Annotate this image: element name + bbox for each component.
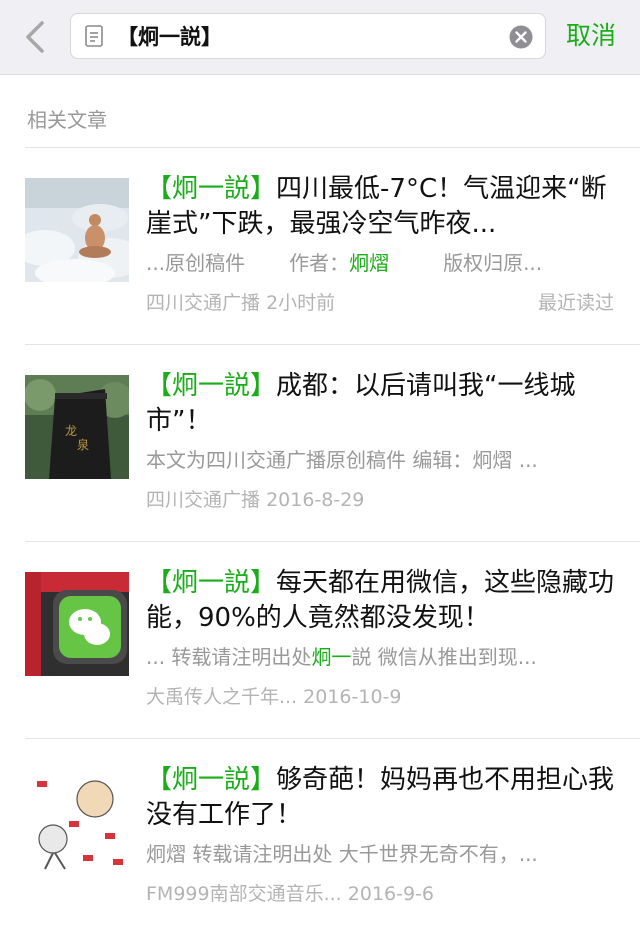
article-item[interactable]: 【炯一説】四川最低-7°C！气温迎来“断崖式”下跌，最强冷空气昨夜... ...… — [0, 148, 640, 345]
snippet-part: 版权归原... — [443, 251, 543, 275]
back-chevron-icon[interactable] — [18, 17, 54, 57]
article-snippet: 炯熠 转载请注明出处 大千世界无奇不有，... — [146, 842, 538, 866]
section-title: 相关文章 — [27, 108, 107, 132]
article-thumbnail-image: 龙 泉 — [25, 375, 129, 479]
article-tag: 【炯一説】 — [146, 765, 277, 795]
snippet-highlight: 炯熠 — [349, 251, 390, 275]
snippet-part: ...原创稿件 — [146, 251, 246, 275]
article-meta: 四川交通广播 2小时前 — [146, 290, 335, 316]
svg-text:泉: 泉 — [77, 438, 89, 452]
search-query-text: 【炯一説】 — [117, 25, 222, 49]
article-time: 2016-9-6 — [347, 883, 435, 905]
article-meta: 大禹传人之千年... 2016-10-9 — [146, 684, 402, 710]
snippet-part: 作者： — [289, 251, 350, 275]
snippet-part: ... 转载请注明出处 — [146, 645, 312, 669]
recently-read-label: 最近读过 — [537, 292, 614, 314]
article-source: FM999南部交通音乐... — [146, 883, 342, 905]
article-time: 2小时前 — [266, 292, 336, 314]
article-source: 大禹传人之千年... — [146, 686, 298, 708]
document-icon — [85, 25, 103, 47]
article-title: 【炯一説】四川最低-7°C！气温迎来“断崖式”下跌，最强冷空气昨夜... — [146, 172, 616, 242]
article-source: 四川交通广播 — [146, 489, 261, 511]
snippet-highlight: 炯一 — [311, 645, 352, 669]
article-snippet: ...原创稿件 作者：炯熠 版权归原... — [146, 250, 616, 276]
cancel-button[interactable]: 取消 — [566, 13, 616, 59]
article-tag: 【炯一説】 — [146, 174, 277, 204]
article-tag: 【炯一説】 — [146, 371, 277, 401]
article-source: 四川交通广播 — [146, 292, 261, 314]
article-title: 【炯一説】成都：以后请叫我“一线城市”！ — [146, 369, 616, 439]
article-snippet: 本文为四川交通广播原创稿件 编辑：炯熠 ... — [146, 448, 538, 472]
clear-search-icon[interactable] — [509, 25, 533, 49]
article-title: 【炯一説】够奇葩！妈妈再也不用担心我没有工作了！ — [146, 763, 616, 833]
article-thumbnail-image — [25, 572, 129, 676]
snippet-part: 説 微信从推出到现... — [351, 645, 537, 669]
article-item[interactable]: 【炯一説】每天都在用微信，这些隐藏功能，90%的人竟然都没发现！ ... 转载请… — [0, 542, 640, 739]
article-meta: FM999南部交通音乐... 2016-9-6 — [146, 881, 434, 907]
article-time: 2016-10-9 — [303, 686, 402, 708]
svg-text:龙: 龙 — [65, 424, 77, 438]
article-title: 【炯一説】每天都在用微信，这些隐藏功能，90%的人竟然都没发现！ — [146, 566, 616, 636]
article-time: 2016-8-29 — [266, 489, 365, 511]
article-meta: 四川交通广播 2016-8-29 — [146, 487, 364, 513]
article-item[interactable]: 龙 泉 【炯一説】成都：以后请叫我“一线城市”！ 本文为四川交通广播原创稿件 编… — [0, 345, 640, 542]
search-header: 【炯一説】 取消 — [0, 0, 640, 75]
search-input[interactable]: 【炯一説】 — [70, 13, 546, 59]
article-snippet: ... 转载请注明出处炯一説 微信从推出到现... — [146, 644, 616, 670]
article-item[interactable]: 【炯一説】够奇葩！妈妈再也不用担心我没有工作了！ 炯熠 转载请注明出处 大千世界… — [0, 739, 640, 936]
article-tag: 【炯一説】 — [146, 568, 277, 598]
article-thumbnail-image — [25, 769, 129, 873]
article-thumbnail-image — [25, 178, 129, 282]
